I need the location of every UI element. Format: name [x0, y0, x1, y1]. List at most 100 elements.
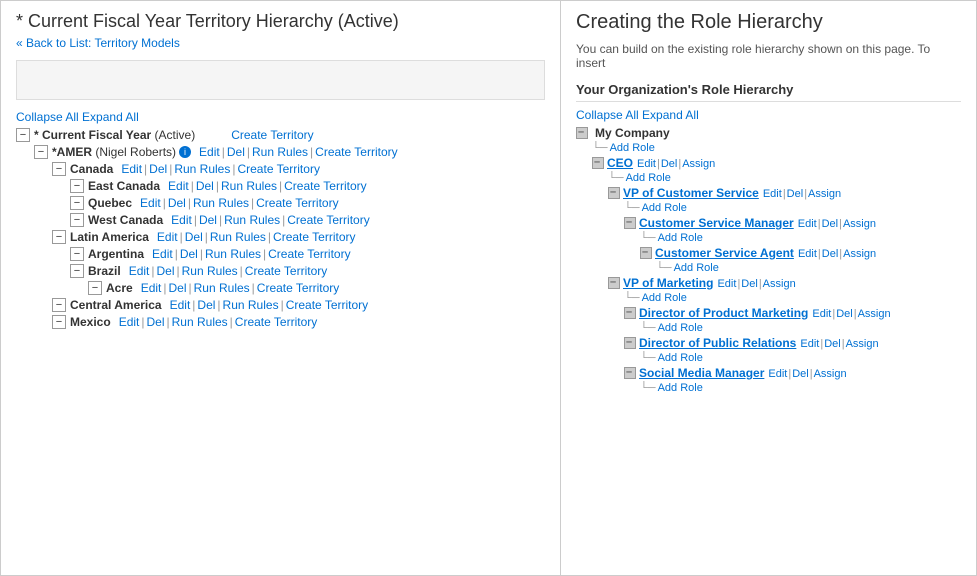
collapse-icon[interactable]: [576, 127, 588, 139]
toggle-btn[interactable]: −: [52, 230, 66, 244]
edit-link[interactable]: Edit: [152, 247, 173, 261]
assign-role[interactable]: Assign: [846, 338, 879, 350]
create-territory-link[interactable]: Create Territory: [245, 264, 327, 278]
del-role[interactable]: Del: [792, 368, 809, 380]
run-rules-link[interactable]: Run Rules: [210, 230, 266, 244]
edit-role[interactable]: Edit: [637, 158, 656, 170]
assign-role[interactable]: Assign: [682, 158, 715, 170]
add-role-link[interactable]: Add Role: [658, 232, 703, 244]
edit-role[interactable]: Edit: [798, 218, 817, 230]
edit-link[interactable]: Edit: [170, 298, 191, 312]
run-rules-link[interactable]: Run Rules: [224, 213, 280, 227]
del-link[interactable]: Del: [147, 315, 165, 329]
collapse-icon[interactable]: [624, 307, 636, 319]
del-link[interactable]: Del: [199, 213, 217, 227]
add-role-link[interactable]: Add Role: [674, 262, 719, 274]
expand-all-right[interactable]: Expand All: [642, 108, 699, 122]
edit-role[interactable]: Edit: [812, 308, 831, 320]
edit-link[interactable]: Edit: [140, 196, 161, 210]
assign-role[interactable]: Assign: [843, 248, 876, 260]
create-territory-link[interactable]: Create Territory: [273, 230, 355, 244]
create-territory-link[interactable]: Create Territory: [235, 315, 317, 329]
create-territory-link[interactable]: Create Territory: [284, 179, 366, 193]
del-link[interactable]: Del: [169, 281, 187, 295]
add-role-link[interactable]: Add Role: [658, 382, 703, 394]
collapse-icon[interactable]: [608, 277, 620, 289]
run-rules-link[interactable]: Run Rules: [182, 264, 238, 278]
del-link[interactable]: Del: [227, 145, 245, 159]
role-name[interactable]: Director of Public Relations: [639, 336, 796, 350]
toggle-btn[interactable]: −: [70, 264, 84, 278]
create-territory-link[interactable]: Create Territory: [237, 162, 319, 176]
toggle-btn[interactable]: −: [52, 162, 66, 176]
edit-link[interactable]: Edit: [168, 179, 189, 193]
toggle-btn[interactable]: −: [34, 145, 48, 159]
toggle-btn[interactable]: −: [70, 247, 84, 261]
role-name[interactable]: Customer Service Agent: [655, 246, 794, 260]
edit-role[interactable]: Edit: [798, 248, 817, 260]
del-role[interactable]: Del: [822, 218, 839, 230]
del-role[interactable]: Del: [822, 248, 839, 260]
del-role[interactable]: Del: [741, 278, 758, 290]
role-name[interactable]: VP of Marketing: [623, 276, 713, 290]
collapse-icon[interactable]: [608, 187, 620, 199]
assign-role[interactable]: Assign: [763, 278, 796, 290]
toggle-btn[interactable]: −: [70, 196, 84, 210]
add-role-link[interactable]: Add Role: [642, 292, 687, 304]
toggle-btn[interactable]: −: [88, 281, 102, 295]
run-rules-link[interactable]: Run Rules: [221, 179, 277, 193]
del-link[interactable]: Del: [157, 264, 175, 278]
edit-link[interactable]: Edit: [119, 315, 140, 329]
collapse-icon[interactable]: [624, 337, 636, 349]
assign-role[interactable]: Assign: [808, 188, 841, 200]
assign-role[interactable]: Assign: [814, 368, 847, 380]
edit-role[interactable]: Edit: [768, 368, 787, 380]
run-rules-link[interactable]: Run Rules: [205, 247, 261, 261]
create-territory-link[interactable]: Create Territory: [287, 213, 369, 227]
run-rules-link[interactable]: Run Rules: [252, 145, 308, 159]
edit-role[interactable]: Edit: [800, 338, 819, 350]
create-territory-link[interactable]: Create Territory: [315, 145, 397, 159]
del-role[interactable]: Del: [836, 308, 853, 320]
collapse-icon[interactable]: [624, 217, 636, 229]
del-role[interactable]: Del: [661, 158, 678, 170]
del-link[interactable]: Del: [149, 162, 167, 176]
edit-link[interactable]: Edit: [141, 281, 162, 295]
edit-role[interactable]: Edit: [763, 188, 782, 200]
toggle-btn[interactable]: −: [52, 298, 66, 312]
info-icon[interactable]: i: [179, 146, 191, 158]
collapse-icon[interactable]: [624, 367, 636, 379]
edit-link[interactable]: Edit: [157, 230, 178, 244]
toggle-btn[interactable]: −: [70, 213, 84, 227]
del-link[interactable]: Del: [197, 298, 215, 312]
add-role-link[interactable]: Add Role: [642, 202, 687, 214]
run-rules-link[interactable]: Run Rules: [194, 281, 250, 295]
run-rules-link[interactable]: Run Rules: [223, 298, 279, 312]
collapse-icon[interactable]: [592, 157, 604, 169]
assign-role[interactable]: Assign: [858, 308, 891, 320]
role-name[interactable]: Social Media Manager: [639, 366, 764, 380]
collapse-icon[interactable]: [640, 247, 652, 259]
edit-link[interactable]: Edit: [129, 264, 150, 278]
create-territory-link[interactable]: Create Territory: [257, 281, 339, 295]
edit-link[interactable]: Edit: [121, 162, 142, 176]
run-rules-link[interactable]: Run Rules: [193, 196, 249, 210]
del-link[interactable]: Del: [180, 247, 198, 261]
del-role[interactable]: Del: [787, 188, 804, 200]
role-name[interactable]: CEO: [607, 156, 633, 170]
role-name[interactable]: Customer Service Manager: [639, 216, 794, 230]
run-rules-link[interactable]: Run Rules: [172, 315, 228, 329]
toggle-btn[interactable]: −: [52, 315, 66, 329]
add-role-link[interactable]: Add Role: [626, 172, 671, 184]
back-link[interactable]: « Back to List: Territory Models: [16, 36, 180, 50]
add-role-link[interactable]: Add Role: [658, 352, 703, 364]
add-role-link[interactable]: Add Role: [658, 322, 703, 334]
expand-all-left[interactable]: Expand All: [82, 110, 139, 124]
add-role-link[interactable]: Add Role: [610, 142, 655, 154]
run-rules-link[interactable]: Run Rules: [174, 162, 230, 176]
role-name[interactable]: Director of Product Marketing: [639, 306, 808, 320]
del-link[interactable]: Del: [185, 230, 203, 244]
create-territory-link[interactable]: Create Territory: [286, 298, 368, 312]
edit-link[interactable]: Edit: [171, 213, 192, 227]
role-name[interactable]: VP of Customer Service: [623, 186, 759, 200]
